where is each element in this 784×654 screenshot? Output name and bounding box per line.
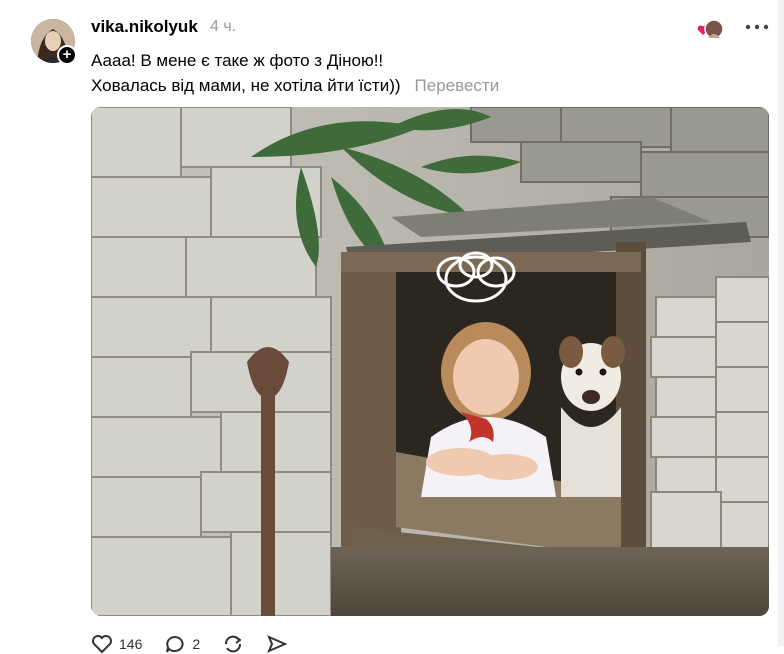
share-button[interactable] <box>266 634 288 654</box>
username[interactable]: vika.nikolyuk <box>91 17 198 37</box>
translate-link[interactable]: Перевести <box>415 76 500 95</box>
timestamp: 4 ч. <box>210 18 237 35</box>
heart-outline-icon <box>92 635 112 654</box>
scrollbar[interactable] <box>778 0 784 646</box>
repost-button[interactable] <box>222 634 244 654</box>
action-bar: 146 2 <box>91 634 310 654</box>
send-icon <box>267 635 288 653</box>
post-photo[interactable] <box>91 107 769 616</box>
heart-icon[interactable] <box>697 18 727 40</box>
more-horizontal-icon[interactable] <box>744 16 770 38</box>
reply-count: 2 <box>192 636 201 652</box>
comment-icon <box>166 635 184 653</box>
reply-button[interactable]: 2 <box>164 634 200 654</box>
post-text-line-1: Аааа! В мене є таке ж фото з Діною!! <box>91 51 384 70</box>
post-text-line-2: Ховалась від мами, не хотіла йти їсти)) П… <box>91 76 499 96</box>
like-count: 146 <box>119 636 143 652</box>
avatar-container[interactable]: + <box>31 19 77 65</box>
like-button[interactable]: 146 <box>91 634 142 654</box>
post-text-line-2-content: Ховалась від мами, не хотіла йти їсти)) <box>91 76 401 95</box>
plus-icon[interactable]: + <box>57 45 77 65</box>
repost-icon <box>225 635 242 653</box>
